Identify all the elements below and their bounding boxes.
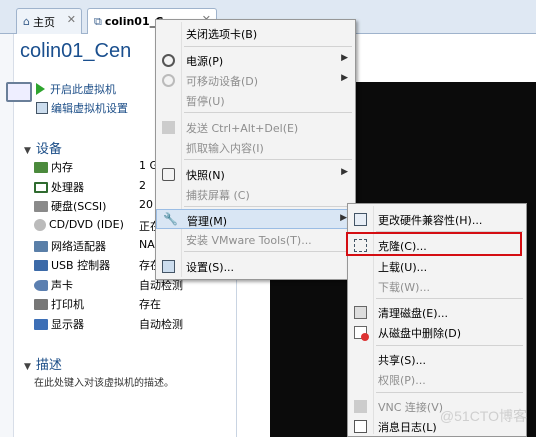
menu-upload[interactable]: 上载(U)...: [348, 256, 526, 276]
device-network-value: NA: [139, 238, 155, 251]
menu-clean-disk[interactable]: 清理磁盘(E)...: [348, 302, 526, 322]
device-usb[interactable]: USB 控制器: [34, 257, 110, 273]
memory-icon: [34, 161, 48, 173]
tab-home[interactable]: ⌂ 主页 ✕: [16, 8, 82, 34]
menu-separator: [376, 345, 523, 346]
submenu-arrow-icon: ▶: [341, 53, 348, 63]
collapse-triangle-icon: ▼: [24, 146, 31, 156]
vm-icon: [6, 82, 32, 102]
power-icon: [162, 54, 175, 67]
settings-icon: [36, 102, 48, 114]
devices-header[interactable]: ▼ 设备: [24, 138, 62, 157]
submenu-arrow-icon: ▶: [341, 167, 348, 177]
device-cpu[interactable]: 处理器: [34, 179, 84, 195]
menu-separator: [184, 159, 352, 160]
submenu-arrow-icon: ▶: [340, 213, 347, 223]
menu-share[interactable]: 共享(S)...: [348, 349, 526, 369]
menu-permissions[interactable]: 权限(P)...: [348, 369, 526, 389]
speaker-icon: [34, 279, 48, 291]
device-cpu-value: 2: [139, 179, 146, 192]
start-vm-link[interactable]: 开启此虚拟机: [36, 81, 116, 97]
menu-separator: [184, 112, 352, 113]
usb-icon: [34, 259, 48, 271]
keyboard-icon: [162, 121, 175, 134]
menu-change-hw-compat[interactable]: 更改硬件兼容性(H)...: [348, 209, 526, 229]
context-menu: 关闭选项卡(B) 电源(P) ▶ 可移动设备(D) ▶ 暂停(U) 发送 Ctrl+…: [155, 19, 356, 280]
cpu-icon: [34, 181, 48, 193]
removable-device-icon: [162, 74, 175, 87]
menu-settings[interactable]: 设置(S)...: [156, 256, 355, 276]
vm-title: colin01_Cen: [20, 40, 132, 62]
device-disk[interactable]: 硬盘(SCSI): [34, 198, 106, 214]
menu-grab-input[interactable]: 抓取输入内容(I): [156, 137, 355, 157]
menu-removable-devices[interactable]: 可移动设备(D) ▶: [156, 70, 355, 90]
menu-pause[interactable]: 暂停(U): [156, 90, 355, 110]
vnc-icon: [354, 400, 367, 413]
cd-icon: [34, 218, 46, 231]
device-display-value: 自动检测: [139, 318, 183, 331]
device-printer[interactable]: 打印机: [34, 296, 84, 312]
hard-disk-icon: [34, 200, 48, 212]
play-icon: [36, 83, 45, 95]
snapshot-icon: [162, 168, 175, 181]
clean-disk-icon: [354, 306, 367, 319]
highlight-box: [346, 232, 522, 256]
menu-separator: [376, 392, 523, 393]
settings-icon: [162, 260, 175, 273]
menu-download[interactable]: 下载(W)...: [348, 276, 526, 296]
wrench-icon: 🔧: [163, 212, 178, 226]
device-cdrom[interactable]: CD/DVD (IDE): [34, 218, 124, 231]
edit-vm-settings-link[interactable]: 编辑虚拟机设置: [36, 100, 128, 116]
log-icon: [354, 420, 367, 433]
device-memory[interactable]: 内存: [34, 159, 73, 175]
menu-close-tab[interactable]: 关闭选项卡(B): [156, 23, 355, 43]
network-icon: [34, 240, 48, 252]
menu-separator: [376, 298, 523, 299]
menu-power[interactable]: 电源(P) ▶: [156, 50, 355, 70]
device-printer-value: 存在: [139, 298, 161, 311]
menu-delete-from-disk[interactable]: 从磁盘中删除(D): [348, 322, 526, 342]
menu-install-vmware-tools[interactable]: 安装 VMware Tools(T)...: [156, 229, 355, 249]
home-icon: ⌂: [23, 15, 30, 28]
printer-icon: [34, 298, 48, 310]
menu-capture-screen[interactable]: 捕获屏幕 (C): [156, 184, 355, 204]
menu-manage[interactable]: 🔧 管理(M) ▶: [156, 209, 355, 229]
submenu-arrow-icon: ▶: [341, 73, 348, 83]
close-tab-icon[interactable]: ✕: [67, 13, 76, 26]
description-text[interactable]: 在此处键入对该虚拟机的描述。: [34, 374, 174, 389]
device-display[interactable]: 显示器: [34, 316, 84, 332]
collapse-triangle-icon: ▼: [24, 362, 31, 372]
menu-separator: [184, 46, 352, 47]
tab-home-label: 主页: [32, 15, 55, 29]
delete-disk-icon: [354, 326, 369, 341]
device-sound[interactable]: 声卡: [34, 277, 73, 293]
upgrade-icon: [354, 213, 367, 226]
device-network[interactable]: 网络适配器: [34, 238, 106, 254]
vm-tab-icon: ⧉: [94, 14, 102, 28]
description-header[interactable]: ▼ 描述: [24, 354, 62, 373]
menu-separator: [184, 251, 352, 252]
menu-separator: [184, 206, 352, 207]
device-disk-value: 20: [139, 198, 153, 211]
menu-send-ctrl-alt-del[interactable]: 发送 Ctrl+Alt+Del(E): [156, 117, 355, 137]
watermark: @51CTO博客: [439, 408, 527, 424]
menu-snapshot[interactable]: 快照(N) ▶: [156, 164, 355, 184]
monitor-icon: [34, 318, 48, 330]
